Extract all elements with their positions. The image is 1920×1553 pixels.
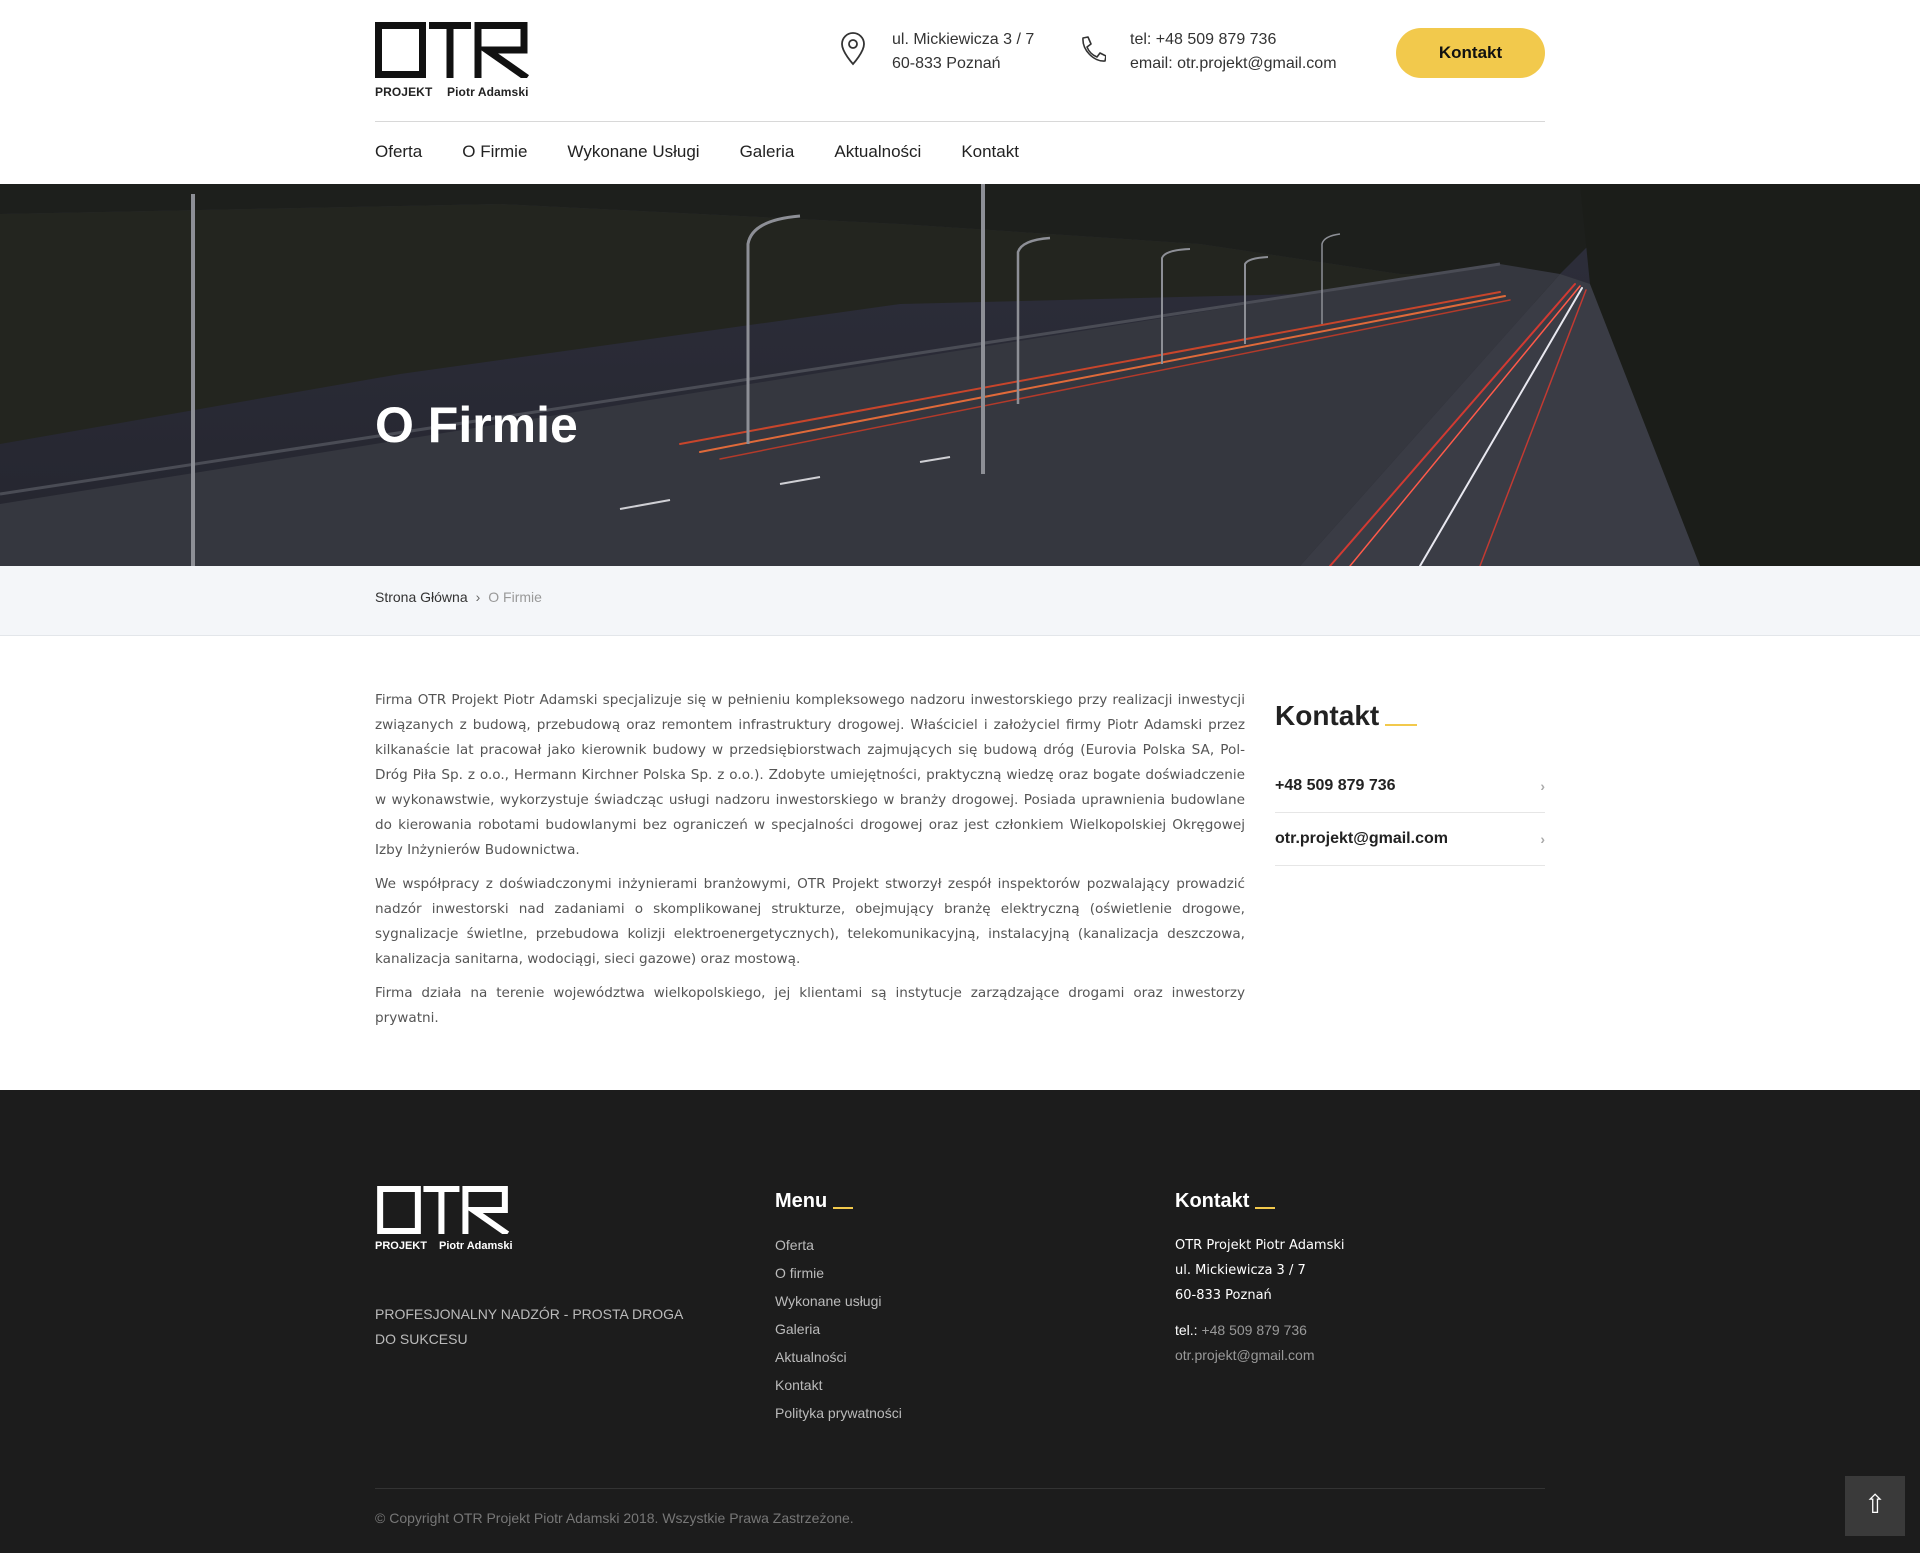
otr-logo-icon xyxy=(377,1186,510,1234)
back-to-top-button[interactable]: ⇧ xyxy=(1845,1476,1905,1536)
sidebar-phone-link[interactable]: +48 509 879 736 › xyxy=(1275,760,1545,813)
sidebar-title: Kontakt xyxy=(1275,700,1545,732)
footer-menu-item[interactable]: Galeria xyxy=(775,1315,902,1343)
footer-phone[interactable]: tel.: +48 509 879 736 xyxy=(1175,1318,1344,1343)
title-underline xyxy=(1385,724,1418,726)
footer-city: 60-833 Poznań xyxy=(1175,1288,1272,1303)
footer-menu-item[interactable]: Kontakt xyxy=(775,1371,902,1399)
sidebar-contact: Kontakt +48 509 879 736 › otr.projekt@gm… xyxy=(1275,700,1545,866)
header-phone[interactable]: tel: +48 509 879 736 xyxy=(1130,28,1337,52)
footer-menu-item[interactable]: Aktualności xyxy=(775,1343,902,1371)
sidebar-email-label: otr.projekt@gmail.com xyxy=(1275,830,1448,847)
header-address: ul. Mickiewicza 3 / 7 60-833 Poznań xyxy=(838,28,1034,76)
footer-tagline: PROFESJONALNY NADZÓR - PROSTA DROGA DO S… xyxy=(375,1306,683,1347)
nav-item-o-firmie[interactable]: O Firmie xyxy=(462,140,527,164)
breadcrumb-home-link[interactable]: Strona Główna xyxy=(375,589,468,605)
footer-logo-line2: Piotr Adamski xyxy=(439,1240,513,1252)
footer-street: ul. Mickiewicza 3 / 7 xyxy=(1175,1263,1306,1278)
double-chevron-up-icon: ⇧ xyxy=(1864,1489,1886,1519)
article-paragraph: We współpracy z doświadczonymi inżyniera… xyxy=(375,876,1245,967)
header-divider xyxy=(375,121,1545,122)
footer-menu-item[interactable]: O firmie xyxy=(775,1259,902,1287)
footer-menu-title-text: Menu xyxy=(775,1190,828,1212)
highway-night-image xyxy=(0,184,1920,566)
footer-menu: Menu Oferta O firmie Wykonane usługi Gal… xyxy=(775,1190,902,1427)
title-underline xyxy=(1255,1207,1276,1209)
about-article: Firma OTR Projekt Piotr Adamski specjali… xyxy=(375,688,1245,1040)
site-footer: PROJEKT Piotr Adamski PROFESJONALNY NADZ… xyxy=(0,1090,1920,1553)
footer-logo-line1: PROJEKT xyxy=(375,1240,427,1252)
nav-item-wykonane-uslugi[interactable]: Wykonane Usługi xyxy=(567,140,699,164)
footer-logo[interactable]: PROJEKT Piotr Adamski xyxy=(375,1186,513,1256)
footer-tel-label: tel.: xyxy=(1175,1322,1198,1338)
footer-email[interactable]: otr.projekt@gmail.com xyxy=(1175,1343,1344,1368)
page-title: O Firmie xyxy=(375,397,578,453)
logo-line2: Piotr Adamski xyxy=(447,85,529,99)
map-pin-icon xyxy=(841,32,865,66)
nav-item-aktualnosci[interactable]: Aktualności xyxy=(834,140,921,164)
nav-item-galeria[interactable]: Galeria xyxy=(740,140,795,164)
sidebar-phone-label: +48 509 879 736 xyxy=(1275,777,1396,794)
article-paragraph: Firma działa na terenie województwa wiel… xyxy=(375,985,1245,1026)
footer-menu-item[interactable]: Oferta xyxy=(775,1231,902,1259)
footer-menu-item[interactable]: Polityka prywatności xyxy=(775,1399,902,1427)
hero-banner: O Firmie xyxy=(0,184,1920,566)
otr-logo-icon xyxy=(375,22,530,78)
title-underline xyxy=(833,1207,854,1209)
header-email[interactable]: email: otr.projekt@gmail.com xyxy=(1130,52,1337,76)
nav-item-kontakt[interactable]: Kontakt xyxy=(961,140,1019,164)
header-contact: tel: +48 509 879 736 email: otr.projekt@… xyxy=(1076,28,1337,76)
footer-menu-title: Menu xyxy=(775,1190,902,1213)
footer-divider xyxy=(375,1488,1545,1489)
breadcrumb: Strona Główna › O Firmie xyxy=(0,566,1920,636)
site-header: PROJEKT Piotr Adamski ul. Mickiewicza 3 … xyxy=(0,0,1920,184)
logo-line1: PROJEKT xyxy=(375,85,433,99)
address-line1: ul. Mickiewicza 3 / 7 xyxy=(892,31,1035,48)
phone-icon xyxy=(1082,36,1106,62)
copyright: © Copyright OTR Projekt Piotr Adamski 20… xyxy=(375,1510,854,1526)
nav-item-oferta[interactable]: Oferta xyxy=(375,140,422,164)
site-logo[interactable]: PROJEKT Piotr Adamski xyxy=(375,22,531,102)
kontakt-button[interactable]: Kontakt xyxy=(1396,28,1545,78)
article-paragraph: Firma OTR Projekt Piotr Adamski specjali… xyxy=(375,692,1245,858)
footer-company: OTR Projekt Piotr Adamski xyxy=(1175,1238,1345,1253)
sidebar-email-link[interactable]: otr.projekt@gmail.com › xyxy=(1275,813,1545,866)
sidebar-title-text: Kontakt xyxy=(1275,700,1380,731)
address-line2: 60-833 Poznań xyxy=(892,55,1001,72)
breadcrumb-current: O Firmie xyxy=(488,589,542,605)
chevron-right-icon: › xyxy=(475,589,481,605)
footer-tel-value: +48 509 879 736 xyxy=(1201,1322,1307,1338)
chevron-right-icon: › xyxy=(1540,831,1545,847)
main-nav: Oferta O Firmie Wykonane Usługi Galeria … xyxy=(375,140,1059,164)
footer-contact-title-text: Kontakt xyxy=(1175,1190,1250,1212)
chevron-right-icon: › xyxy=(1540,778,1545,794)
footer-menu-item[interactable]: Wykonane usługi xyxy=(775,1287,902,1315)
footer-contact-title: Kontakt xyxy=(1175,1190,1344,1213)
footer-contact: Kontakt OTR Projekt Piotr Adamski ul. Mi… xyxy=(1175,1190,1344,1368)
